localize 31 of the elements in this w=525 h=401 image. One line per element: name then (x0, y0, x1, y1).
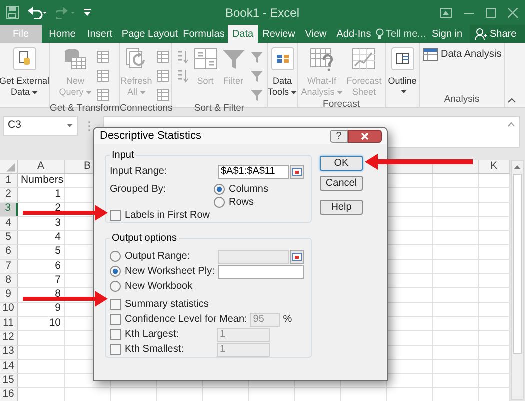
field-label: Input Range: (110, 165, 168, 179)
group-label: Forecast (323, 99, 360, 110)
table-cell: 6 (18, 260, 65, 274)
checkbox-label: Kth Largest: (125, 328, 179, 342)
group-label: Get & Transform (50, 103, 120, 114)
table-cell: 4 (18, 231, 65, 244)
table-cell: 3 (18, 216, 65, 230)
dialog-title: Descriptive Statistics (100, 128, 202, 144)
table-cell: 7 (18, 274, 65, 288)
fieldset-label: Output options (110, 232, 180, 245)
table-cell: 10 (18, 316, 65, 330)
checkbox-label: Kth Smallest: (125, 343, 184, 357)
unit-label: % (283, 313, 292, 327)
group-label: Connections (120, 103, 173, 114)
checkbox-label: Summary statistics (125, 298, 209, 312)
table-cell: 5 (18, 245, 65, 259)
checkbox-label: Confidence Level for Mean: (125, 313, 248, 327)
fieldset-label: Input (110, 149, 136, 162)
radio-label: Rows (229, 196, 254, 210)
group-label: Analysis (444, 94, 480, 105)
radio-label: New Workbook (125, 280, 193, 294)
radio-label: Output Range: (125, 250, 190, 264)
group-label: Sort & Filter (194, 103, 245, 114)
table-cell: Numbers (18, 174, 65, 188)
table-cell: 9 (18, 302, 65, 316)
radio-label: Columns (229, 183, 268, 197)
checkbox-label: Labels in First Row (125, 209, 210, 223)
table-cell: 1 (18, 188, 65, 202)
radio-label: New Worksheet Ply: (125, 265, 215, 279)
window-title: Book1 - Excel (224, 4, 301, 22)
field-label: Grouped By: (110, 184, 166, 195)
